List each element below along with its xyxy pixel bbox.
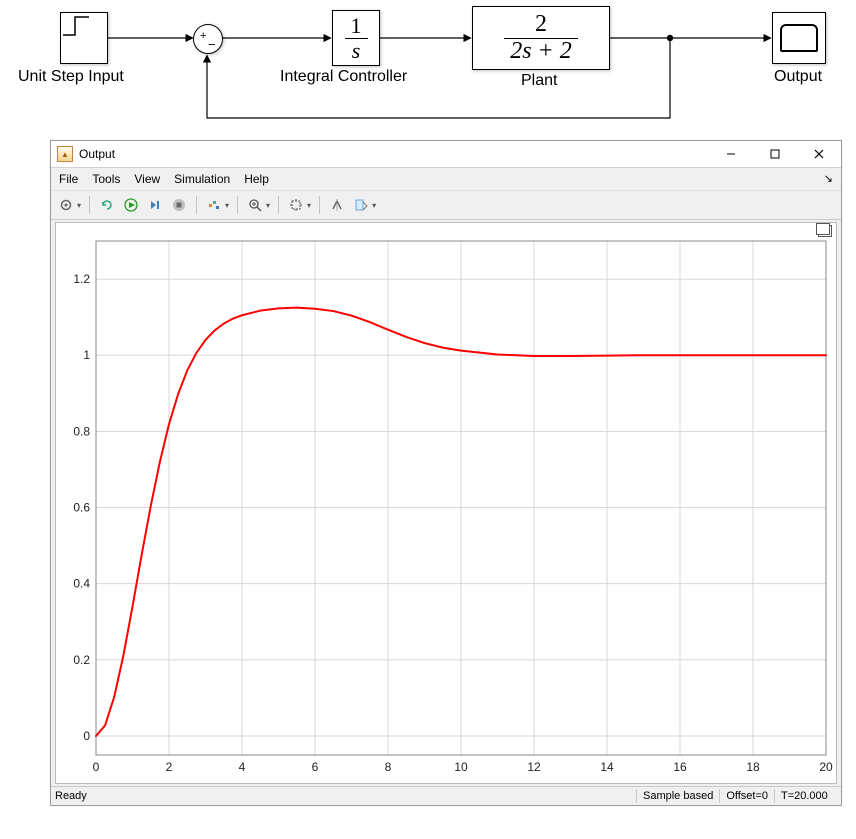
plant-transfer-function: 2 2s + 2	[504, 12, 578, 63]
svg-text:14: 14	[600, 760, 614, 774]
status-offset: Offset=0	[719, 789, 774, 803]
svg-text:12: 12	[527, 760, 541, 774]
svg-text:0: 0	[83, 729, 90, 743]
svg-text:0.8: 0.8	[73, 424, 90, 438]
status-time: T=20.000	[774, 789, 841, 803]
stop-icon[interactable]	[168, 195, 190, 215]
dock-icon[interactable]: ↘	[824, 172, 833, 186]
plot-area[interactable]: 0 2 4 6 8 10 12 14 16 18 20 0 0.2 0.4 0.6 0.8 1 1.2	[55, 222, 837, 784]
svg-text:20: 20	[819, 760, 833, 774]
dropdown-arrow-icon[interactable]: ▾	[225, 201, 229, 210]
plant-block[interactable]: 2 2s + 2	[472, 6, 610, 70]
menu-file[interactable]: File	[59, 172, 78, 186]
menu-view[interactable]: View	[134, 172, 160, 186]
minimize-button[interactable]	[709, 141, 753, 167]
dropdown-arrow-icon[interactable]: ▾	[266, 201, 270, 210]
sum-junction[interactable]: + −	[193, 24, 223, 54]
svg-text:1: 1	[83, 348, 90, 362]
statusbar: Ready Sample based Offset=0 T=20.000	[51, 786, 841, 805]
step-forward-icon[interactable]	[144, 195, 166, 215]
titlebar[interactable]: ▲ Output	[51, 141, 841, 168]
restart-icon[interactable]	[96, 195, 118, 215]
integrator-transfer-function: 1 s	[345, 14, 368, 61]
simulink-block-diagram: Unit Step Input + − 1 s Integral Control…	[0, 0, 856, 140]
status-sample-mode: Sample based	[636, 789, 719, 803]
menu-tools[interactable]: Tools	[92, 172, 120, 186]
svg-text:16: 16	[673, 760, 687, 774]
svg-text:2: 2	[166, 760, 173, 774]
menu-simulation[interactable]: Simulation	[174, 172, 230, 186]
configure-icon[interactable]	[55, 195, 77, 215]
toolbar: ▾ ▾ ▾ ▾ ▾	[51, 190, 841, 220]
svg-text:0: 0	[93, 760, 100, 774]
scope-output-window: ▲ Output File Tools View Simulation Help…	[50, 140, 842, 806]
matlab-app-icon: ▲	[57, 146, 73, 162]
step-label: Unit Step Input	[18, 68, 124, 86]
svg-text:4: 4	[239, 760, 246, 774]
status-ready: Ready	[51, 790, 636, 802]
step-source-block[interactable]	[60, 12, 108, 64]
svg-text:10: 10	[454, 760, 468, 774]
menubar: File Tools View Simulation Help ↘	[51, 168, 841, 190]
triggers-icon[interactable]	[203, 195, 225, 215]
svg-text:0.4: 0.4	[73, 577, 90, 591]
dropdown-arrow-icon[interactable]: ▾	[77, 201, 81, 210]
line-chart: 0 2 4 6 8 10 12 14 16 18 20 0 0.2 0.4 0.6 0.8 1 1.2	[56, 223, 836, 783]
window-title: Output	[79, 147, 709, 161]
run-icon[interactable]	[120, 195, 142, 215]
autoscale-icon[interactable]	[285, 195, 307, 215]
step-icon	[61, 13, 91, 39]
integrator-label: Integral Controller	[280, 68, 407, 86]
sum-plus-sign: +	[200, 30, 206, 42]
integrator-block[interactable]: 1 s	[332, 10, 380, 66]
diagram-connections	[0, 0, 856, 140]
svg-text:8: 8	[385, 760, 392, 774]
plant-label: Plant	[521, 72, 557, 90]
scope-icon	[780, 24, 818, 52]
cursor-measure-icon[interactable]	[326, 195, 348, 215]
svg-text:0.2: 0.2	[73, 653, 90, 667]
svg-text:6: 6	[312, 760, 319, 774]
dropdown-arrow-icon[interactable]: ▾	[372, 201, 376, 210]
sum-minus-sign: −	[208, 37, 216, 52]
svg-text:1.2: 1.2	[73, 272, 90, 286]
zoom-icon[interactable]	[244, 195, 266, 215]
scope-label: Output	[774, 68, 822, 86]
svg-text:0.6: 0.6	[73, 501, 90, 515]
scope-block[interactable]	[772, 12, 826, 64]
highlight-icon[interactable]	[350, 195, 372, 215]
dropdown-arrow-icon[interactable]: ▾	[307, 201, 311, 210]
close-button[interactable]	[797, 141, 841, 167]
svg-text:18: 18	[746, 760, 760, 774]
menu-help[interactable]: Help	[244, 172, 269, 186]
maximize-button[interactable]	[753, 141, 797, 167]
